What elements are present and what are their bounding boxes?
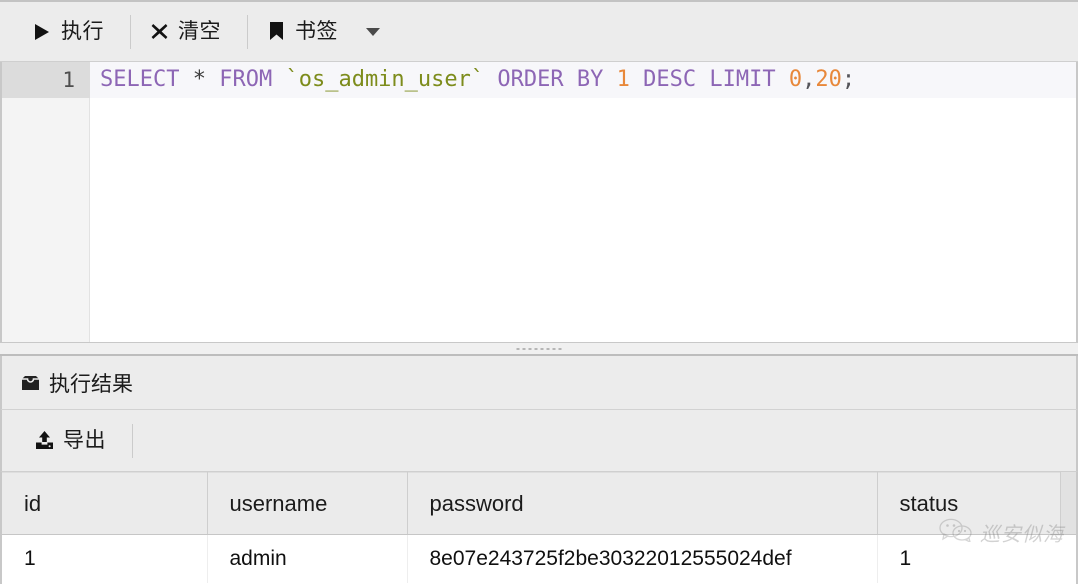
sql-token-kw: SELECT (100, 67, 180, 92)
bookmark-button[interactable]: 书签 (252, 12, 360, 52)
sql-token-op (206, 67, 219, 92)
column-header-password[interactable]: password (407, 472, 878, 535)
sql-token-kw: DESC (643, 67, 697, 92)
sql-token-kw: LIMIT (709, 67, 776, 92)
column-header-status[interactable]: status (877, 472, 1076, 535)
sql-token-num: 1 (616, 67, 630, 92)
bookmark-button-label: 书签 (295, 20, 338, 43)
cell-password[interactable]: 8e07e243725f2be30322012555024def (407, 534, 878, 583)
sql-token-op (272, 67, 285, 92)
sql-token-ident: `os_admin_user` (285, 67, 485, 92)
sql-code-line[interactable]: SELECT * FROM `os_admin_user` ORDER BY 1… (90, 62, 1076, 98)
sql-token-num: 0 (788, 67, 803, 92)
sql-console-window: 执行 清空 书签 1 SELECT * FROM `os_admin_user`… (0, 0, 1078, 584)
toolbar-separator-1 (130, 14, 131, 49)
gutter-active-line (2, 62, 90, 98)
editor-gutter: 1 (2, 62, 90, 342)
play-icon (32, 22, 52, 42)
execute-button[interactable]: 执行 (18, 12, 126, 52)
line-number: 1 (62, 68, 75, 92)
chevron-down-icon (366, 27, 380, 36)
result-panel-header: 执行结果 (0, 356, 1078, 410)
sql-token-kw: FROM (219, 67, 273, 92)
splitter-grip-icon (516, 348, 562, 350)
sql-token-op (603, 67, 616, 92)
sql-token-op (564, 67, 577, 92)
sql-token-kw: ORDER (497, 67, 564, 92)
editor-code-area[interactable]: SELECT * FROM `os_admin_user` ORDER BY 1… (90, 62, 1076, 342)
sql-token-op (484, 67, 497, 92)
sql-token-op (630, 67, 643, 92)
cell-status[interactable]: 1 (877, 534, 1076, 583)
sql-token-op: * (192, 67, 206, 92)
column-header-id[interactable]: id (2, 472, 208, 535)
clear-button[interactable]: 清空 (135, 12, 243, 52)
inbox-icon (20, 373, 40, 393)
result-toolbar-separator (132, 423, 133, 458)
upload-icon (34, 431, 54, 451)
sql-token-punc: , (802, 67, 816, 92)
editor-toolbar: 执行 清空 书签 (0, 0, 1078, 62)
table-header-row: id username password status (2, 472, 1076, 535)
toolbar-separator-2 (247, 14, 248, 49)
export-button-label: 导出 (63, 429, 106, 452)
clear-button-label: 清空 (178, 20, 221, 43)
result-table: id username password status 1 admin 8e07… (2, 472, 1076, 583)
cell-id[interactable]: 1 (2, 534, 208, 583)
sql-token-op (179, 67, 192, 92)
cell-username[interactable]: admin (207, 534, 408, 583)
bookmark-icon (266, 22, 286, 42)
result-table-head: id username password status (2, 472, 1076, 535)
sql-token-num: 20 (815, 67, 842, 92)
sql-token-op (696, 67, 709, 92)
result-table-body: 1 admin 8e07e243725f2be30322012555024def… (2, 534, 1076, 583)
result-panel-title: 执行结果 (49, 372, 133, 396)
result-table-container[interactable]: id username password status 1 admin 8e07… (0, 472, 1078, 584)
close-icon (149, 22, 169, 42)
execute-button-label: 执行 (61, 20, 104, 43)
bookmark-dropdown-button[interactable] (360, 14, 386, 50)
result-toolbar: 导出 (0, 410, 1078, 472)
sql-editor[interactable]: 1 SELECT * FROM `os_admin_user` ORDER BY… (0, 62, 1078, 342)
export-button[interactable]: 导出 (20, 421, 128, 461)
table-header-scroll-corner (1060, 472, 1076, 535)
sql-token-op (776, 67, 789, 92)
column-header-username[interactable]: username (207, 472, 408, 535)
sql-token-kw: BY (576, 67, 604, 92)
sql-token-punc: ; (841, 67, 856, 92)
table-row[interactable]: 1 admin 8e07e243725f2be30322012555024def… (2, 534, 1076, 583)
panel-splitter[interactable] (0, 342, 1078, 356)
